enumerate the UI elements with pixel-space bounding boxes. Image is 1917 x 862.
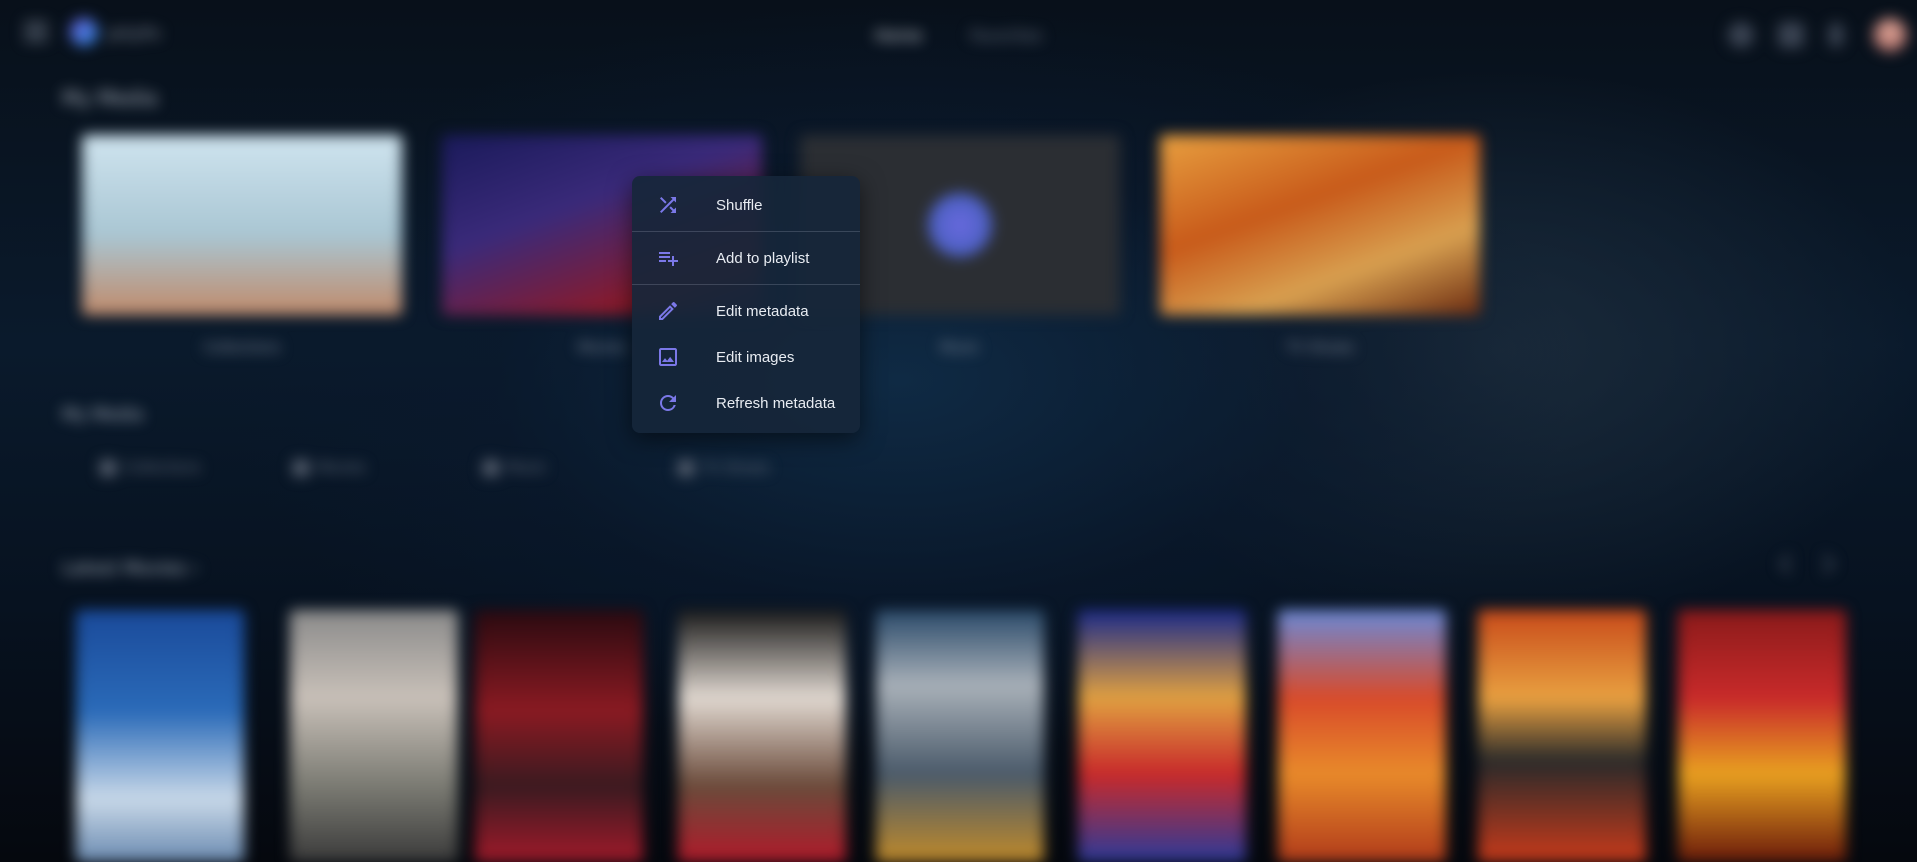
menu-item-edit-metadata[interactable]: Edit metadata — [632, 288, 860, 334]
menu-item-label: Refresh metadata — [716, 394, 836, 412]
tab-favorites[interactable]: Favorites — [970, 26, 1042, 45]
menu-divider — [632, 284, 860, 285]
pencil-icon — [659, 301, 678, 320]
cast-icon[interactable] — [1728, 22, 1754, 48]
shuffle-icon — [660, 197, 676, 213]
sync-play-icon[interactable] — [1778, 22, 1804, 48]
menu-item-label: Add to playlist — [716, 249, 810, 267]
menu-item-edit-images[interactable]: Edit images — [632, 334, 860, 380]
scroll-right-icon[interactable] — [1815, 554, 1835, 574]
image-icon — [659, 348, 677, 366]
poster-card[interactable] — [678, 610, 846, 862]
brand-name: Jellyfin — [108, 24, 162, 43]
quick-button-tv-shows[interactable]: TV Shows — [660, 453, 788, 483]
poster-card[interactable] — [475, 610, 643, 862]
poster-card[interactable] — [76, 610, 244, 862]
library-label-collections: Collections — [203, 340, 281, 356]
tab-home[interactable]: Home — [875, 26, 922, 45]
menu-item-label: Edit metadata — [716, 302, 809, 320]
library-card-collections[interactable] — [82, 135, 402, 315]
search-icon[interactable] — [1828, 22, 1844, 48]
menu-item-label: Edit images — [716, 348, 795, 366]
poster-card[interactable] — [876, 610, 1044, 862]
poster-card[interactable] — [1278, 610, 1446, 862]
scroll-left-icon[interactable] — [1779, 554, 1799, 574]
poster-card[interactable] — [1678, 610, 1846, 862]
section-title-latest-movies[interactable]: Latest Movies › — [62, 558, 199, 579]
quick-button-music[interactable]: Music — [465, 453, 565, 483]
user-avatar[interactable] — [1873, 18, 1907, 52]
menu-item-label: Shuffle — [716, 196, 763, 214]
blurred-background: Jellyfin Home Favorites My Media Collect… — [0, 0, 1917, 862]
poster-card[interactable] — [1078, 610, 1246, 862]
library-label-tv-shows: TV Shows — [1286, 340, 1354, 356]
menu-divider — [632, 231, 860, 232]
playlist-add-icon — [659, 252, 678, 266]
hamburger-menu-icon[interactable] — [24, 22, 48, 42]
poster-card[interactable] — [1478, 610, 1646, 862]
menu-item-refresh-metadata[interactable]: Refresh metadata — [632, 380, 860, 426]
menu-item-shuffle[interactable]: Shuffle — [632, 182, 860, 228]
app-logo[interactable] — [70, 18, 98, 46]
quick-button-movies[interactable]: Movies — [275, 453, 384, 483]
context-menu: Shuffle Add to playlist Edit metadata Ed… — [632, 176, 860, 433]
section-title-my-media-small: My Media — [62, 405, 144, 425]
refresh-icon — [660, 395, 676, 411]
section-title-my-media: My Media — [62, 86, 158, 110]
library-card-tv-shows[interactable] — [1160, 135, 1480, 315]
app-window: Jellyfin Home Favorites My Media Collect… — [0, 0, 1917, 862]
menu-item-add-to-playlist[interactable]: Add to playlist — [632, 235, 860, 281]
poster-card[interactable] — [290, 610, 458, 862]
top-header: Jellyfin Home Favorites — [0, 0, 1917, 70]
quick-button-collections[interactable]: Collections — [82, 453, 219, 483]
